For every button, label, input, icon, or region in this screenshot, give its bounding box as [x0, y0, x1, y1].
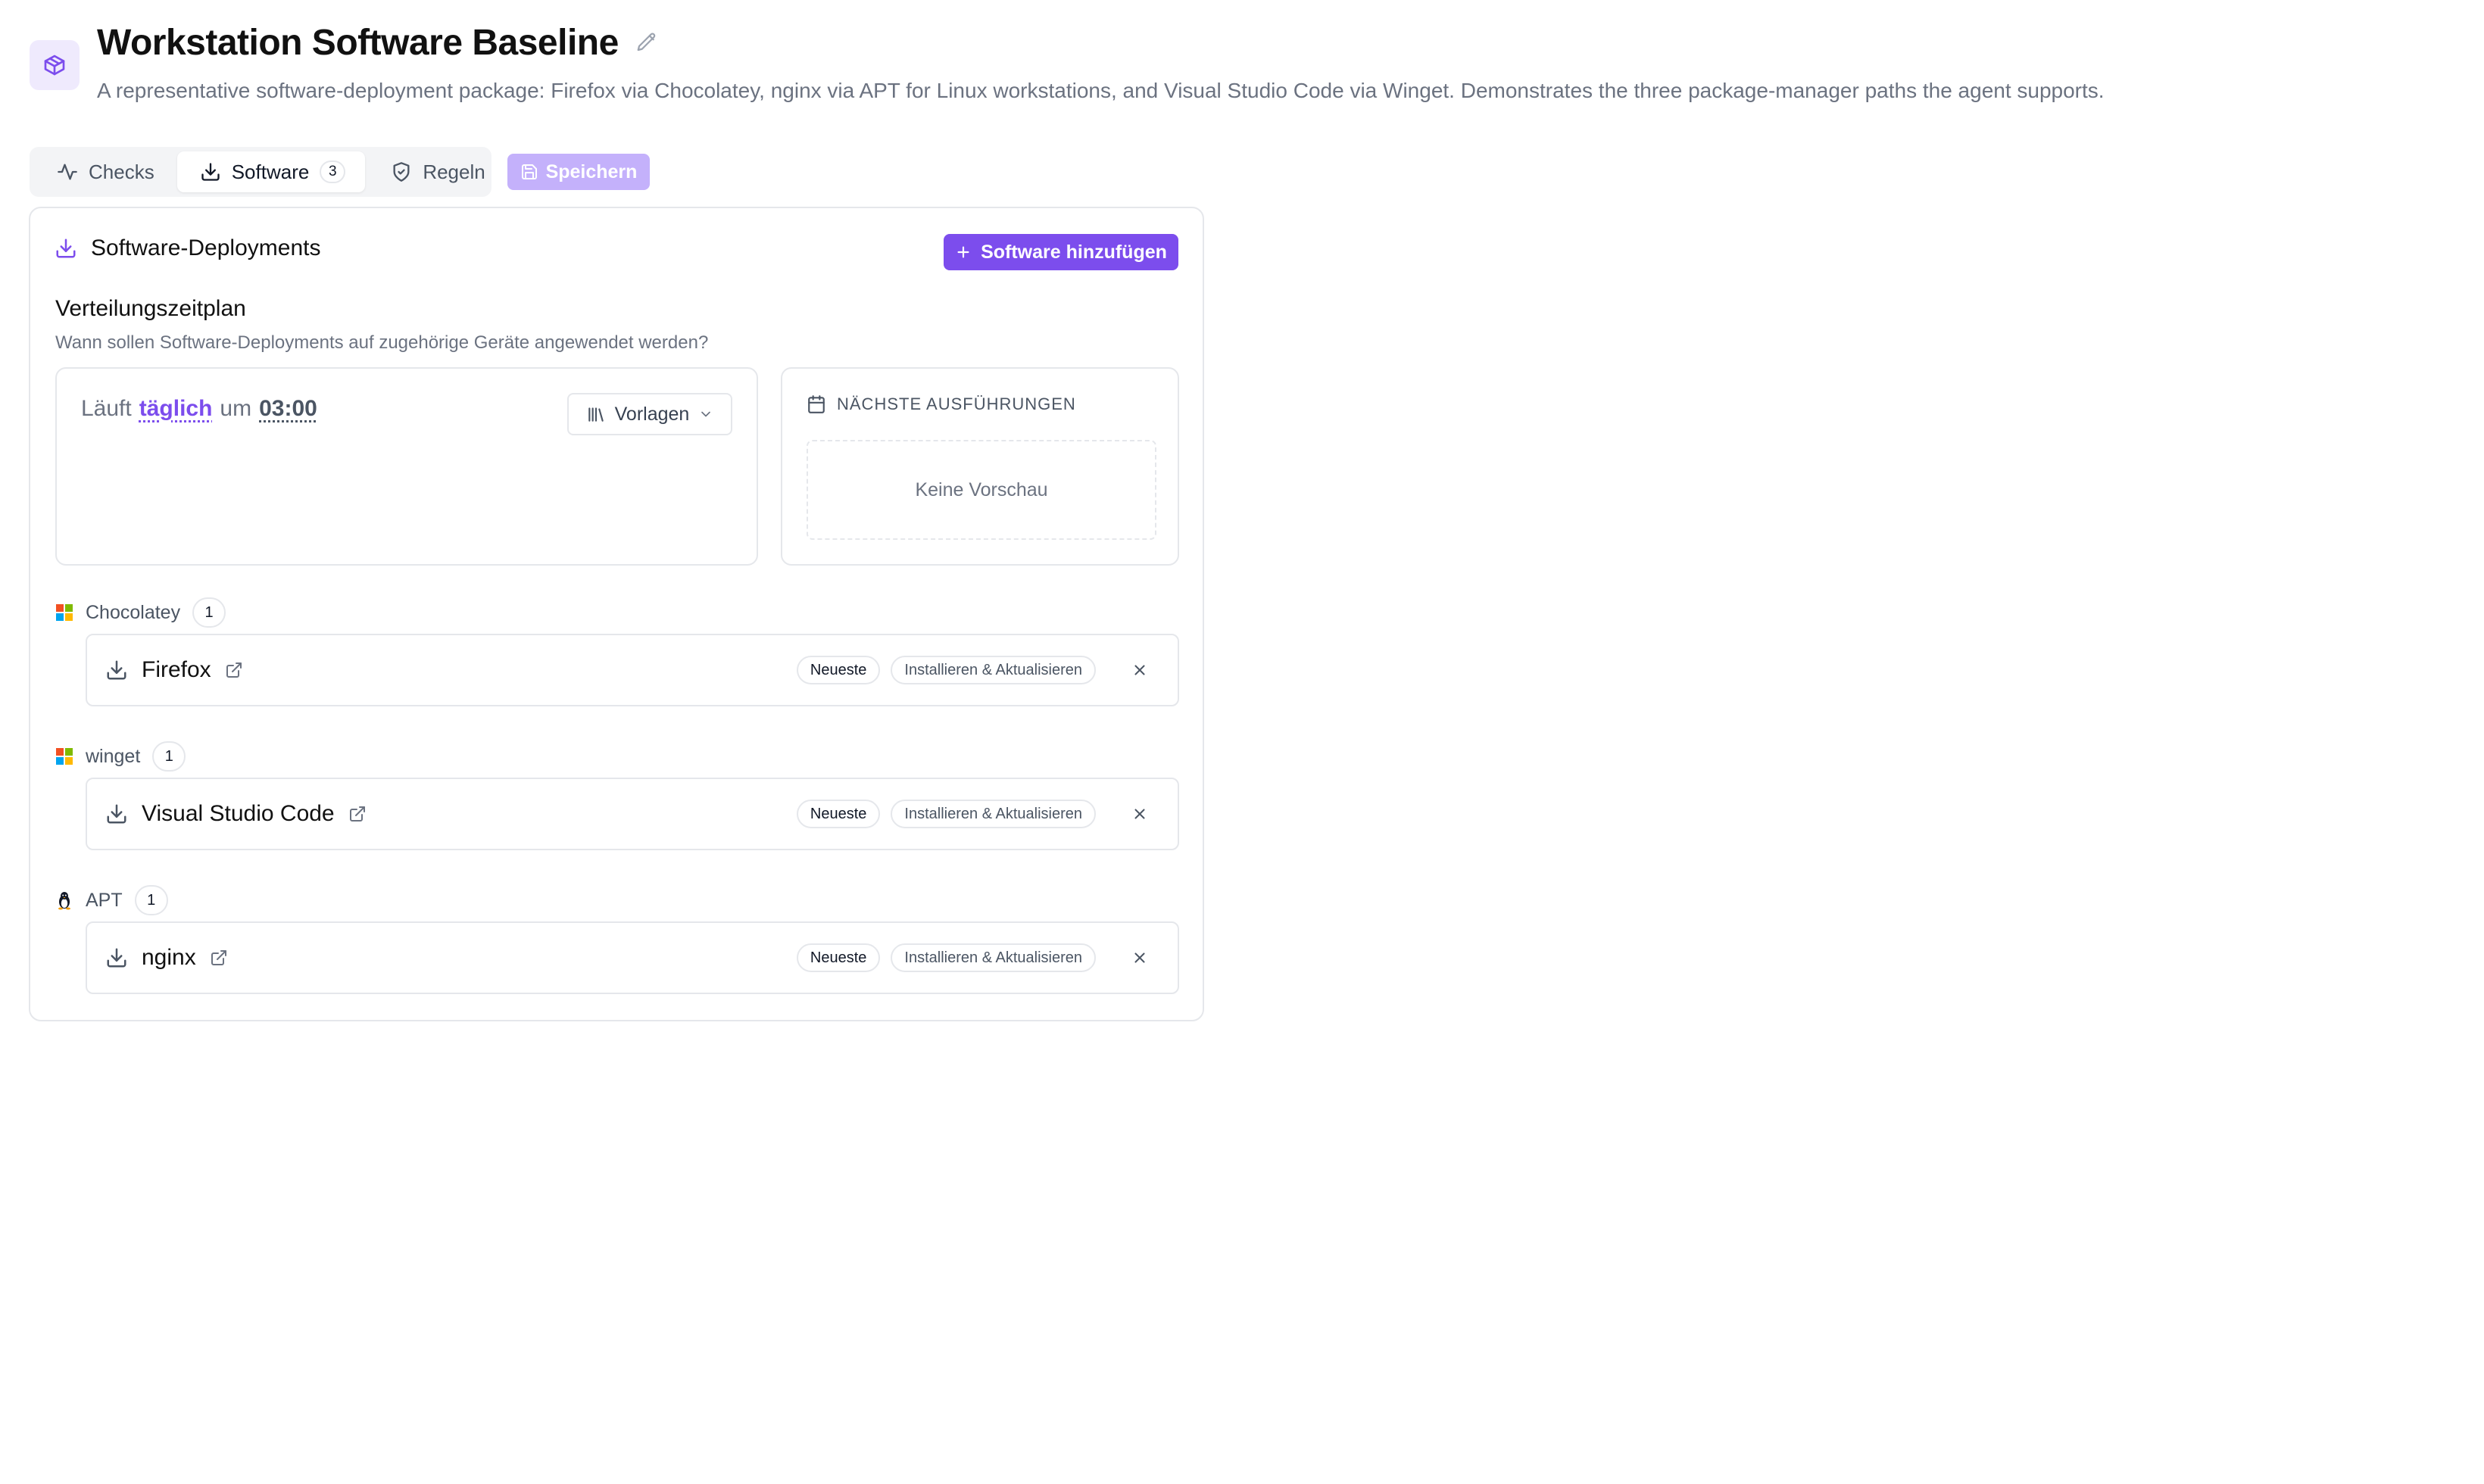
- remove-software-button[interactable]: [1122, 652, 1158, 688]
- software-name: Firefox: [142, 657, 211, 682]
- version-badge: Neueste: [796, 656, 881, 684]
- no-preview-placeholder: Keine Vorschau: [807, 440, 1156, 540]
- next-runs-header: NÄCHSTE AUSFÜHRUNGEN: [807, 394, 1076, 414]
- linux-icon: [58, 892, 70, 910]
- external-link-icon[interactable]: [225, 661, 243, 679]
- software-deployments-panel: Software-Deployments Software hinzufügen…: [29, 207, 1204, 1021]
- group-winget: winget 1: [55, 741, 186, 772]
- group-manager-label: APT: [86, 889, 123, 911]
- close-icon: [1134, 952, 1145, 963]
- next-runs-title: NÄCHSTE AUSFÜHRUNGEN: [837, 394, 1076, 413]
- software-row-nginx[interactable]: nginx Neueste Installieren & Aktualisier…: [86, 921, 1179, 994]
- activity-icon: [58, 164, 77, 180]
- software-row-left: Visual Studio Code: [105, 779, 367, 849]
- schedule-subtitle: Wann sollen Software-Deployments auf zug…: [55, 332, 709, 353]
- schedule-time[interactable]: 03:00: [259, 396, 317, 422]
- software-row-vscode[interactable]: Visual Studio Code Neueste Installieren …: [86, 778, 1179, 850]
- tab-bar: Checks Software 3 Regeln: [30, 147, 491, 197]
- version-badge: Neueste: [796, 800, 881, 828]
- windows-icon: [56, 604, 73, 621]
- next-runs-card: NÄCHSTE AUSFÜHRUNGEN Keine Vorschau: [781, 367, 1179, 566]
- add-software-label: Software hinzufügen: [981, 241, 1167, 263]
- software-name: Visual Studio Code: [142, 801, 335, 826]
- page-title-row: Workstation Software Baseline: [97, 18, 658, 67]
- software-row-left: nginx: [105, 923, 228, 993]
- download-icon: [107, 948, 126, 968]
- action-badge: Installieren & Aktualisieren: [891, 943, 1096, 972]
- group-count-badge: 1: [152, 741, 186, 772]
- group-apt: APT 1: [55, 885, 168, 915]
- tab-count-badge: 3: [320, 161, 346, 183]
- save-icon: [521, 164, 537, 179]
- package-icon: [44, 55, 65, 76]
- software-row-left: Firefox: [105, 635, 243, 705]
- software-row-firefox[interactable]: Firefox Neueste Installieren & Aktualisi…: [86, 634, 1179, 706]
- download-icon: [201, 163, 220, 181]
- download-icon: [56, 238, 76, 258]
- calendar-icon: [808, 395, 825, 413]
- software-name: nginx: [142, 945, 196, 970]
- save-label: Speichern: [545, 161, 638, 182]
- software-row-right: Neueste Installieren & Aktualisieren: [796, 923, 1158, 993]
- software-row-right: Neueste Installieren & Aktualisieren: [796, 635, 1158, 705]
- software-row-right: Neueste Installieren & Aktualisieren: [796, 779, 1158, 849]
- shield-check-icon: [393, 162, 410, 182]
- panel-header: Software-Deployments: [55, 235, 320, 261]
- schedule-sentence: Läuft täglich um 03:00: [81, 396, 317, 422]
- schedule-connector: um: [220, 396, 252, 421]
- chevron-down-icon: [701, 411, 711, 417]
- group-chocolatey: Chocolatey 1: [55, 597, 226, 628]
- version-badge: Neueste: [796, 943, 881, 972]
- schedule-frequency[interactable]: täglich: [139, 396, 213, 422]
- tab-software[interactable]: Software 3: [176, 151, 366, 192]
- group-count-badge: 1: [134, 885, 168, 915]
- remove-software-button[interactable]: [1122, 940, 1158, 976]
- group-count-badge: 1: [192, 597, 226, 628]
- tab-label: Regeln: [423, 160, 485, 183]
- plus-icon: [957, 246, 969, 258]
- remove-software-button[interactable]: [1122, 796, 1158, 832]
- panel-title: Software-Deployments: [91, 235, 321, 260]
- external-link-icon[interactable]: [210, 949, 228, 967]
- schedule-title: Verteilungszeitplan: [55, 296, 246, 321]
- edit-pencil-icon[interactable]: [635, 31, 658, 54]
- save-button[interactable]: Speichern: [507, 154, 650, 190]
- package-icon-box: [30, 40, 80, 90]
- templates-label: Vorlagen: [614, 403, 690, 425]
- add-software-button[interactable]: Software hinzufügen: [944, 234, 1178, 270]
- close-icon: [1134, 809, 1145, 819]
- external-link-icon[interactable]: [348, 805, 367, 823]
- tab-regeln[interactable]: Regeln: [368, 151, 504, 192]
- action-badge: Installieren & Aktualisieren: [891, 800, 1096, 828]
- group-manager-label: Chocolatey: [86, 601, 181, 623]
- tab-label: Checks: [89, 160, 154, 183]
- download-icon: [107, 804, 126, 824]
- schedule-prefix: Läuft: [81, 396, 132, 421]
- schedule-editor: Läuft täglich um 03:00 Vorlagen: [55, 367, 758, 566]
- templates-dropdown[interactable]: Vorlagen: [567, 393, 732, 435]
- download-icon: [107, 660, 126, 680]
- tab-label: Software: [231, 160, 310, 183]
- action-badge: Installieren & Aktualisieren: [891, 656, 1096, 684]
- library-icon: [588, 407, 604, 422]
- page-title: Workstation Software Baseline: [97, 22, 619, 63]
- windows-icon: [56, 748, 73, 765]
- close-icon: [1134, 665, 1145, 675]
- tab-checks[interactable]: Checks: [34, 151, 174, 192]
- page-description: A representative software-deployment pac…: [97, 79, 2105, 102]
- group-manager-label: winget: [86, 745, 141, 767]
